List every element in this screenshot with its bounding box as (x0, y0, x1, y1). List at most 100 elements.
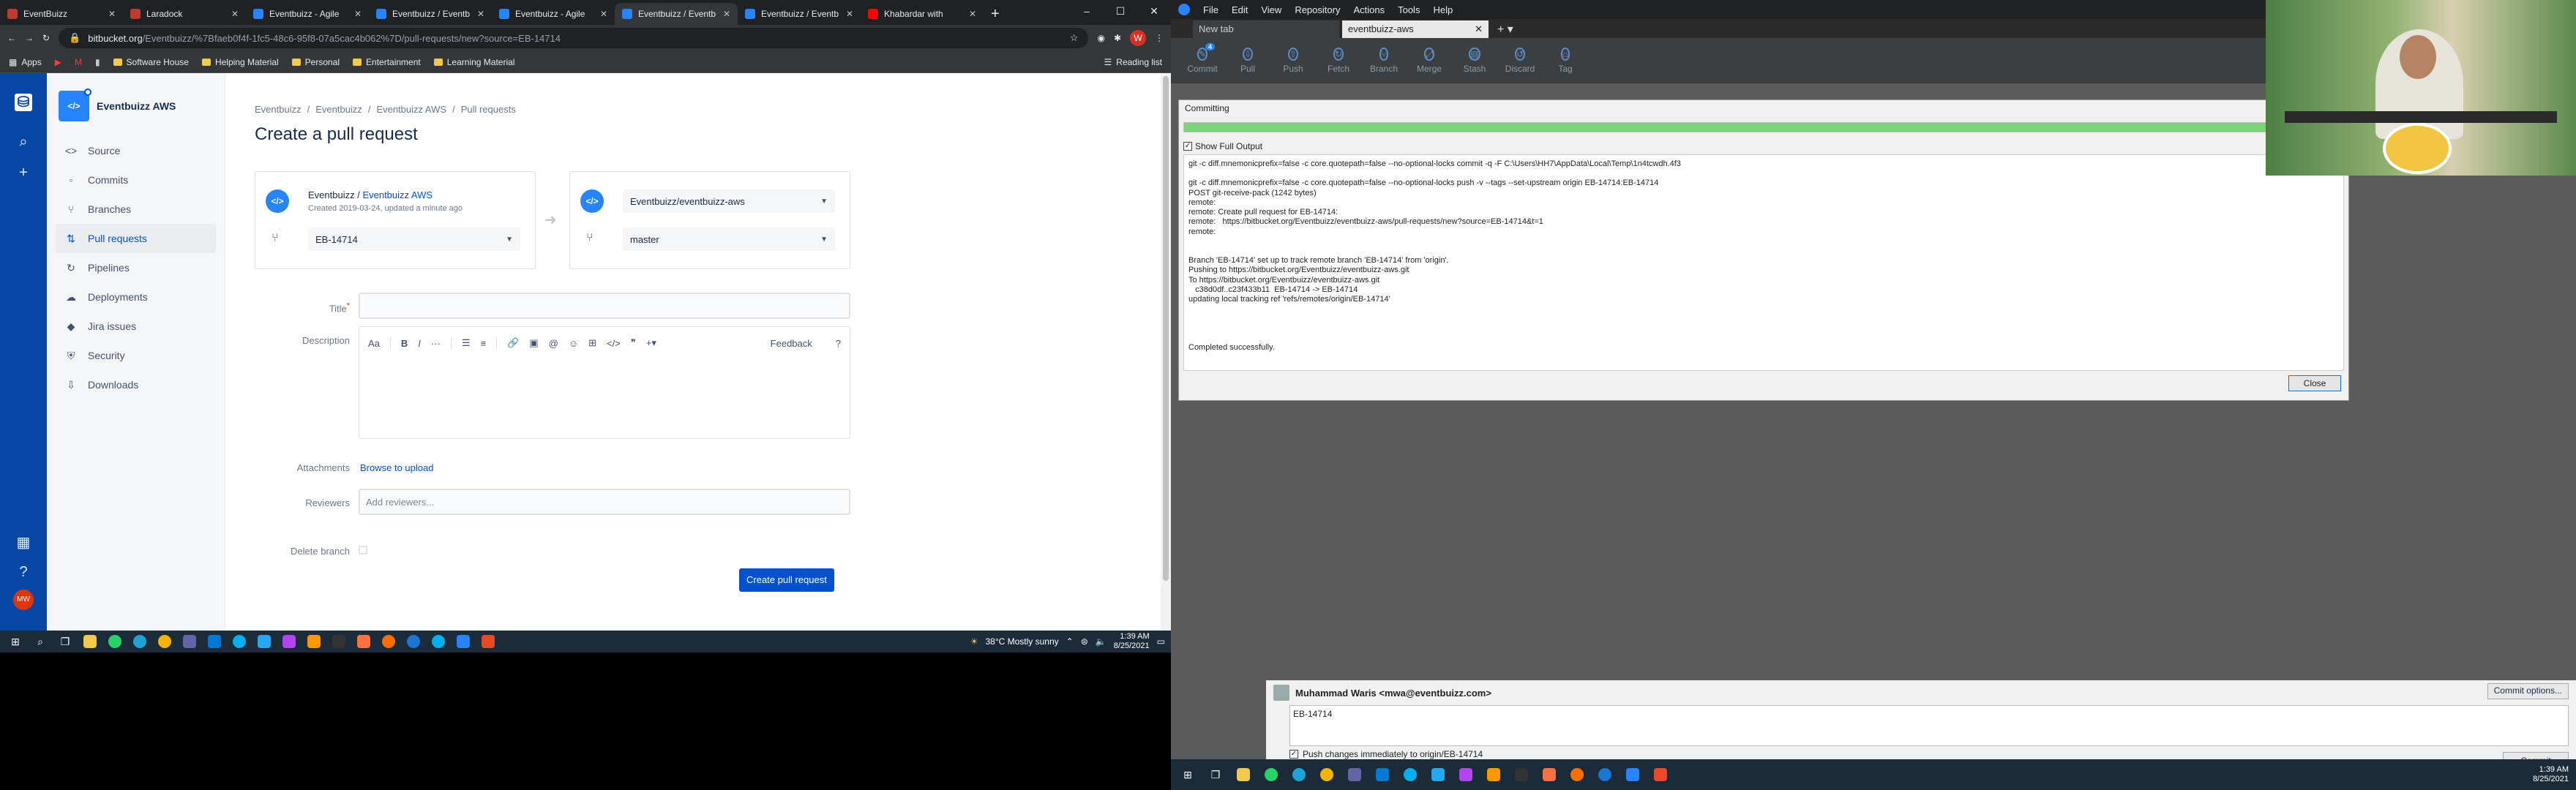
add-tab-button[interactable]: + ▾ (1491, 20, 1519, 38)
repo-header[interactable]: </> Eventbuizz AWS (47, 73, 225, 136)
bullet-list-icon[interactable]: ☰ (462, 337, 471, 349)
browse-upload-link[interactable]: Browse to upload (360, 462, 433, 473)
close-tab-icon[interactable]: ✕ (600, 9, 607, 19)
teams-icon[interactable] (1345, 765, 1364, 784)
bookmark-helping-material[interactable]: Helping Material (201, 57, 279, 67)
app-icon[interactable] (1540, 765, 1559, 784)
extension-icon[interactable]: ◉ (1097, 33, 1104, 43)
network-icon[interactable]: ⊜ (1081, 636, 1088, 647)
browser-tab[interactable]: Eventbuizz - Agile ✕ (492, 3, 615, 25)
close-tab-icon[interactable]: ✕ (108, 9, 116, 19)
bitbucket-logo-icon[interactable]: ⛁ (15, 94, 32, 111)
push-checkbox[interactable]: ✓ (1289, 750, 1298, 759)
toolbar-branch[interactable]: ⑂ Branch (1361, 38, 1407, 83)
forward-icon[interactable]: → (25, 33, 34, 43)
bookmark-personal[interactable]: Personal (291, 57, 340, 67)
browser-tab[interactable]: Laradock ✕ (123, 3, 246, 25)
text-style-dropdown[interactable]: Aa (368, 338, 380, 349)
close-tab-icon[interactable]: ✕ (354, 9, 362, 19)
bookmark-icon[interactable]: ▮ (95, 57, 100, 67)
maps-icon[interactable] (404, 632, 423, 651)
chrome-icon[interactable] (155, 632, 174, 651)
bold-icon[interactable]: B (401, 338, 408, 349)
sidebar-item-downloads[interactable]: ⇩ Downloads (56, 370, 216, 399)
bookmark-apps[interactable]: ▦ Apps (9, 57, 42, 67)
terminal-icon[interactable] (329, 632, 348, 651)
task-view-icon[interactable]: ❐ (1206, 765, 1225, 784)
browser-tab[interactable]: Khabardar with ✕ (861, 3, 984, 25)
page-scrollbar[interactable] (1161, 73, 1171, 631)
help-icon[interactable]: ? (15, 563, 32, 581)
image-icon[interactable]: ▣ (529, 337, 538, 349)
sidebar-item-pull-requests[interactable]: ⇅ Pull requests (56, 224, 216, 253)
destination-branch-select[interactable]: master ▼ (623, 227, 835, 251)
edge-icon[interactable] (130, 632, 149, 651)
skype-icon[interactable] (429, 632, 448, 651)
whatsapp-icon[interactable] (1262, 765, 1281, 784)
notification-icon[interactable]: ▭ (1157, 636, 1165, 647)
tab-new-tab[interactable]: New tab (1193, 20, 1339, 38)
chrome-icon[interactable] (1317, 765, 1336, 784)
skype-icon[interactable] (1401, 765, 1420, 784)
vscode-icon[interactable] (255, 632, 274, 651)
tab-eventbuizz-aws[interactable]: eventbuizz-aws ✕ (1342, 20, 1489, 38)
create-pull-request-button[interactable]: Create pull request (739, 568, 834, 592)
phpstorm-icon[interactable] (280, 632, 299, 651)
close-window-button[interactable]: ✕ (1137, 0, 1171, 25)
windows-start-icon[interactable]: ⊞ (6, 632, 25, 651)
app-icon[interactable] (354, 632, 373, 651)
commit-message-input[interactable]: EB-14714 (1289, 705, 2569, 746)
close-tab-icon[interactable]: ✕ (723, 9, 730, 19)
show-full-output-toggle[interactable]: ✓ Show Full Output (1183, 141, 1262, 151)
checkbox-checked-icon[interactable]: ✓ (1183, 142, 1192, 151)
phpstorm-icon[interactable] (1456, 765, 1475, 784)
source-branch-select[interactable]: EB-14714 ▼ (308, 227, 520, 251)
emoji-icon[interactable]: ☺ (569, 338, 578, 349)
sidebar-item-jira-issues[interactable]: ◆ Jira issues (56, 312, 216, 341)
feedback-link[interactable]: Feedback (771, 338, 812, 349)
git-icon[interactable] (1651, 765, 1670, 784)
toolbar-discard[interactable]: ↺ Discard (1497, 38, 1543, 83)
profile-avatar[interactable]: W (1130, 30, 1146, 46)
browser-tab[interactable]: Eventbuizz - Agile ✕ (246, 3, 369, 25)
clock[interactable]: 1:39 AM 8/25/2021 (2533, 765, 2569, 784)
menu-help[interactable]: Help (1433, 4, 1453, 15)
sourcetree-icon[interactable] (1623, 765, 1642, 784)
puzzle-icon[interactable]: ✱ (1114, 33, 1121, 43)
sidebar-item-pipelines[interactable]: ↻ Pipelines (56, 253, 216, 282)
address-bar[interactable]: 🔒 bitbucket.org/Eventbuizz/%7Bfaeb0f4f-1… (59, 28, 1089, 48)
mention-icon[interactable]: @ (549, 338, 558, 349)
close-icon[interactable]: ✕ (1475, 23, 1483, 35)
source-repo-link[interactable]: Eventbuizz AWS (362, 189, 433, 200)
back-icon[interactable]: ← (7, 33, 16, 43)
browser-tab[interactable]: Eventbuizz / Eventb ✕ (738, 3, 861, 25)
close-tab-icon[interactable]: ✕ (846, 9, 853, 19)
search-icon[interactable]: ⌕ (31, 632, 50, 651)
toolbar-commit[interactable]: ✎ 4 Commit (1180, 38, 1225, 83)
insert-icon[interactable]: +▾ (646, 337, 656, 349)
reviewers-input[interactable]: Add reviewers... (359, 489, 850, 515)
bookmark-learning-material[interactable]: Learning Material (433, 57, 514, 67)
title-input[interactable] (359, 293, 850, 319)
help-icon[interactable]: ? (836, 338, 841, 349)
close-tab-icon[interactable]: ✕ (231, 9, 239, 19)
browser-tab[interactable]: Eventbuizz / Eventb ✕ (369, 3, 492, 25)
more-formatting-icon[interactable]: ··· (431, 338, 441, 349)
table-icon[interactable]: ⊞ (588, 337, 596, 349)
close-button[interactable]: Close (2288, 375, 2341, 391)
volume-icon[interactable]: 🔈 (1096, 636, 1107, 647)
file-explorer-icon[interactable] (80, 632, 100, 651)
breadcrumb-item[interactable]: Eventbuizz (315, 104, 362, 115)
breadcrumb-item[interactable]: Pull requests (461, 104, 516, 115)
outlook-icon[interactable] (205, 632, 224, 651)
skype-icon[interactable] (230, 632, 249, 651)
sidebar-item-security[interactable]: ⛨ Security (56, 341, 216, 370)
breadcrumb-item[interactable]: Eventbuizz (255, 104, 302, 115)
outlook-icon[interactable] (1373, 765, 1392, 784)
terminal-icon[interactable] (1512, 765, 1531, 784)
commit-options-dropdown[interactable]: Commit options... (2487, 683, 2569, 699)
search-icon[interactable]: ⌕ (15, 133, 32, 151)
whatsapp-icon[interactable] (105, 632, 124, 651)
sidebar-item-commits[interactable]: ◦ Commits (56, 165, 216, 195)
gmail-icon[interactable]: M (75, 57, 82, 67)
